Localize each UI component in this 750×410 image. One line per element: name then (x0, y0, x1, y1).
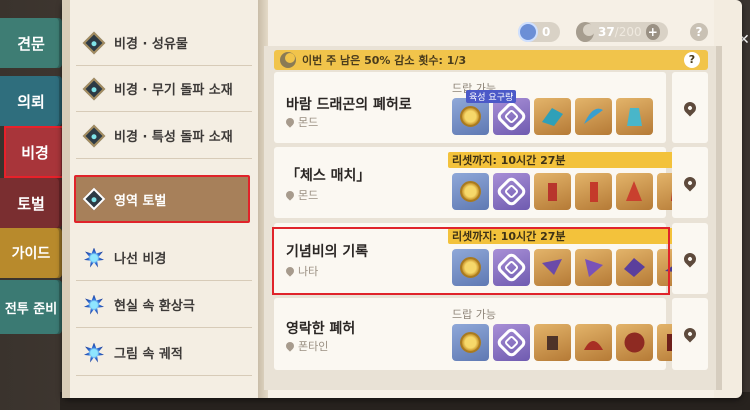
domain-location: 나타 (284, 263, 318, 279)
material-item[interactable] (534, 98, 571, 135)
material-item[interactable] (575, 249, 612, 286)
fragile-resin-icon (518, 22, 538, 42)
help-icon[interactable]: ? (690, 23, 708, 41)
reward-items (452, 173, 694, 210)
locate-button[interactable] (672, 72, 708, 143)
menu-spiral-abyss[interactable]: 나선 비경 (76, 235, 252, 281)
location-pin-icon (284, 340, 296, 352)
resin-value: 37 (597, 25, 615, 39)
resin-counter[interactable]: 37/200 + (576, 22, 668, 42)
reward-items: 육성 요구량 (452, 90, 653, 135)
material-item[interactable] (575, 324, 612, 361)
mora-item[interactable] (452, 173, 489, 210)
material-item[interactable] (616, 249, 653, 286)
domain-diamond-icon (82, 124, 106, 148)
location-pin-icon (681, 174, 699, 191)
reset-timer: 리셋까지: 10시간 27분 (448, 152, 692, 168)
location-pin-icon (681, 325, 699, 343)
tab-commissions[interactable]: 의뢰 (0, 76, 62, 126)
menu-imaginarium-theater[interactable]: 현실 속 환상극 (76, 282, 252, 328)
domain-location: 폰타인 (284, 338, 328, 354)
tab-domains[interactable]: 비경 (4, 126, 66, 178)
exp-item[interactable] (493, 249, 530, 286)
location-pin-icon (284, 189, 296, 201)
primogem-counter[interactable]: 0 (518, 22, 560, 42)
location-pin-icon (681, 250, 699, 267)
domain-title: 바람 드래곤의 폐허로 (286, 97, 412, 113)
tab-bosses[interactable]: 토벌 (0, 178, 62, 228)
location-pin-icon (284, 116, 296, 128)
material-item[interactable] (616, 324, 653, 361)
book-edge (62, 0, 70, 398)
domain-card-4[interactable]: 영락한 폐허 폰타인 드랍 가능 (274, 298, 694, 370)
domain-diamond-icon (82, 31, 106, 55)
tab-battle-prep[interactable]: 전투 준비 (0, 280, 62, 334)
scrollbar[interactable] (716, 46, 722, 390)
locate-button[interactable] (672, 223, 708, 294)
menu-label: 비경 · 성유물 (114, 37, 188, 52)
reward-items (452, 249, 694, 286)
domain-diamond-icon (82, 187, 106, 211)
menu-painting-trail[interactable]: 그림 속 궤적 (76, 330, 252, 376)
drop-label: 드랍 가능 (452, 308, 496, 321)
exp-item[interactable] (493, 324, 530, 361)
moon-icon (280, 52, 296, 68)
notice-text: 이번 주 남은 50% 감소 횟수: 1/3 (302, 54, 467, 67)
domain-location: 몬드 (284, 187, 318, 203)
resin-max: /200 (614, 25, 642, 39)
material-item[interactable] (534, 173, 571, 210)
weekly-discount-notice: 이번 주 남은 50% 감소 횟수: 1/3 ? (274, 50, 708, 70)
painting-icon (82, 341, 106, 365)
spiral-abyss-icon (82, 246, 106, 270)
domain-location: 몬드 (284, 114, 318, 130)
reward-items (452, 324, 694, 361)
menu-label: 현실 속 환상극 (114, 299, 195, 314)
mora-item[interactable] (452, 324, 489, 361)
resin-icon (576, 22, 595, 42)
material-item[interactable] (575, 98, 612, 135)
tab-guide[interactable]: 가이드 (0, 228, 62, 278)
menu-label: 비경 · 무기 돌파 소재 (114, 83, 233, 98)
theater-icon (82, 293, 106, 317)
exp-item[interactable] (493, 173, 530, 210)
menu-label: 나선 비경 (114, 252, 167, 267)
ascension-badge: 육성 요구량 (466, 90, 517, 103)
domain-card-1[interactable]: 바람 드래곤의 폐허로 몬드 드랍 가능 육성 요구량 (274, 72, 666, 143)
domain-diamond-icon (82, 77, 106, 101)
material-item[interactable] (534, 249, 571, 286)
domain-card-3[interactable]: 기념비의 기록 나타 리셋까지: 10시간 27분 (274, 223, 694, 294)
menu-domain-artifacts[interactable]: 비경 · 성유물 (76, 20, 252, 66)
exp-item[interactable] (493, 98, 530, 135)
add-resin-button[interactable]: + (645, 24, 660, 40)
domain-title: 「체스 매치」 (286, 168, 371, 184)
material-item[interactable] (534, 324, 571, 361)
material-item[interactable] (575, 173, 612, 210)
menu-label: 그림 속 궤적 (114, 347, 183, 362)
locate-button[interactable] (672, 298, 708, 370)
mora-item[interactable] (452, 249, 489, 286)
mora-item[interactable] (452, 98, 489, 135)
menu-domain-talent[interactable]: 비경 · 특성 돌파 소재 (76, 113, 252, 159)
menu-domain-weapon[interactable]: 비경 · 무기 돌파 소재 (76, 66, 252, 112)
domain-card-2[interactable]: 「체스 매치」 몬드 리셋까지: 10시간 27분 (274, 147, 694, 218)
domain-title: 기념비의 기록 (286, 244, 369, 260)
tab-explore[interactable]: 견문 (0, 18, 62, 68)
menu-trounce-domains[interactable]: 영역 토벌 (74, 175, 250, 223)
menu-label: 비경 · 특성 돌파 소재 (114, 130, 233, 145)
reset-timer: 리셋까지: 10시간 27분 (448, 228, 692, 244)
menu-label: 영역 토벌 (114, 193, 167, 209)
location-pin-icon (681, 99, 699, 116)
material-item[interactable]: 육성 요구량 (466, 90, 653, 135)
notice-help-icon[interactable]: ? (684, 52, 700, 68)
domain-title: 영락한 폐허 (286, 321, 356, 337)
locate-button[interactable] (672, 147, 708, 218)
material-item[interactable] (616, 173, 653, 210)
location-pin-icon (284, 265, 296, 277)
currency-a-value: 0 (542, 25, 551, 39)
